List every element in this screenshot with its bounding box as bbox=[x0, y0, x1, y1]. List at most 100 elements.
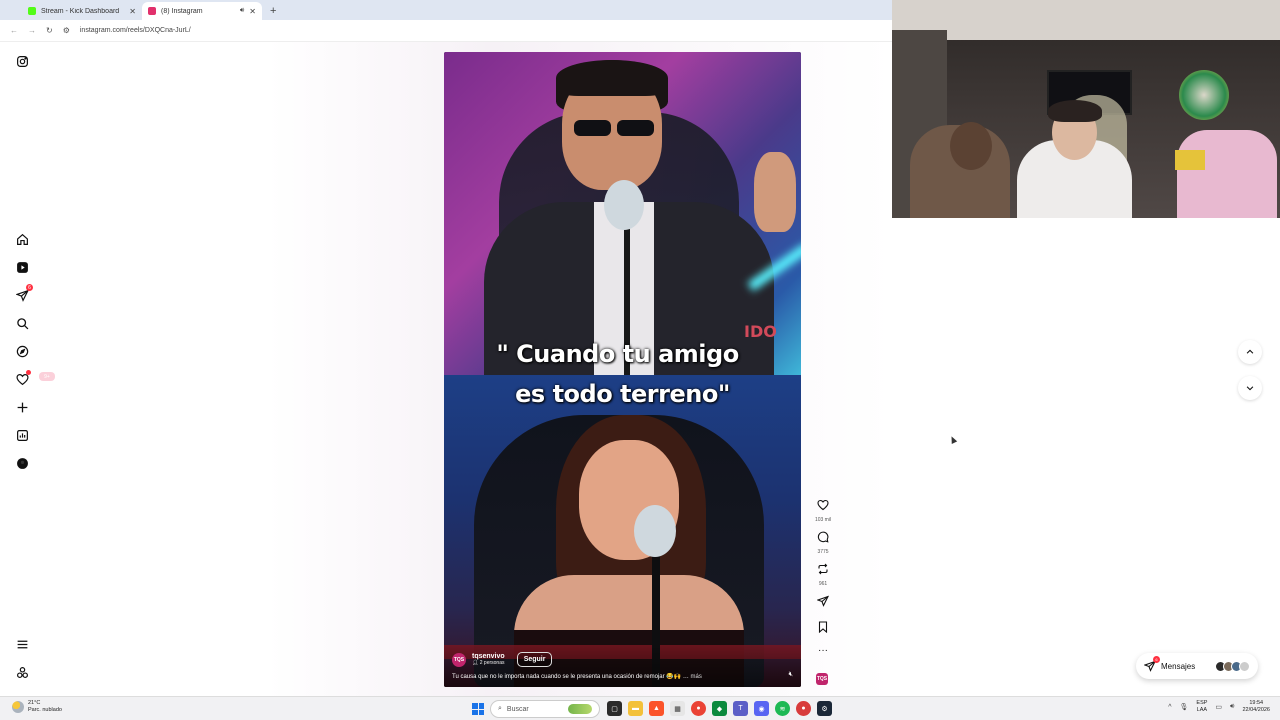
weather-temp: 21°C bbox=[28, 700, 41, 706]
close-tab-icon[interactable]: ✕ bbox=[129, 7, 136, 16]
start-button[interactable] bbox=[472, 703, 484, 715]
brave-browser-icon[interactable]: ▲ bbox=[649, 701, 664, 716]
notifications-dot bbox=[26, 370, 31, 375]
bookmark-icon bbox=[818, 621, 828, 634]
back-icon[interactable]: ← bbox=[10, 26, 18, 35]
create-plus-icon[interactable] bbox=[15, 400, 29, 414]
search-icon[interactable] bbox=[15, 316, 29, 330]
avatar bbox=[1239, 660, 1250, 672]
next-reel-button[interactable] bbox=[1238, 376, 1262, 400]
description-text: Tu causa que no le importa nada cuando s… bbox=[452, 674, 689, 680]
chevron-up-icon bbox=[1246, 349, 1254, 354]
pink-chair bbox=[1177, 130, 1277, 218]
chrome-profile-icon[interactable]: ● bbox=[796, 701, 811, 716]
message-avatars bbox=[1215, 660, 1250, 672]
new-tab-button[interactable]: + bbox=[270, 5, 276, 17]
tab-kick-dashboard[interactable]: Stream - Kick Dashboard ✕ bbox=[22, 2, 142, 20]
repost-icon bbox=[818, 563, 828, 575]
search-highlight-image bbox=[568, 704, 592, 714]
clock-time: 19:54 bbox=[1249, 700, 1264, 706]
reel-footer: TQS tqsenvivo 👤︎ 2 personas Seguir Tu ca… bbox=[444, 645, 801, 687]
discord-icon[interactable]: ◉ bbox=[754, 701, 769, 716]
direct-messages-icon[interactable]: 6 bbox=[15, 284, 33, 302]
search-placeholder: Buscar bbox=[506, 705, 529, 713]
messages-button[interactable]: 6 Mensajes bbox=[1136, 653, 1258, 679]
taskbar-apps: ▢ ▬ ▲ ▦ ● ◆ T ◉ ≋ ● ⚙ bbox=[607, 701, 832, 716]
messages-count-badge: 6 bbox=[26, 284, 33, 291]
reload-icon[interactable]: ↻ bbox=[46, 26, 53, 35]
reel-video[interactable]: IDO " Cuando tu amigo es todo terreno" T… bbox=[444, 52, 801, 687]
weather-widget[interactable]: 21°C Parc. nublado bbox=[12, 700, 62, 714]
author-row: TQS tqsenvivo 👤︎ 2 personas Seguir bbox=[452, 652, 553, 667]
chevron-up-icon[interactable]: ^ bbox=[1168, 704, 1171, 711]
tab-title: (8) Instagram bbox=[161, 7, 203, 15]
volume-icon[interactable]: 🔊︎ bbox=[1230, 703, 1234, 711]
site-info-icon[interactable]: ⚙ bbox=[63, 26, 70, 35]
audio-author-avatar[interactable]: TQS bbox=[816, 673, 828, 685]
microphone-icon[interactable]: 🎙︎ bbox=[1180, 703, 1189, 711]
teams-icon[interactable]: T bbox=[733, 701, 748, 716]
comment-button[interactable]: 3775 bbox=[812, 530, 834, 555]
tab-title: Stream - Kick Dashboard bbox=[41, 7, 120, 15]
network-icon[interactable]: ▭ bbox=[1215, 703, 1222, 711]
chevron-down-icon bbox=[1246, 386, 1254, 391]
explore-icon[interactable] bbox=[15, 344, 29, 358]
browser-tab-bar: Stream - Kick Dashboard ✕ (8) Instagram … bbox=[0, 0, 892, 20]
screen: Stream - Kick Dashboard ✕ (8) Instagram … bbox=[0, 0, 1280, 720]
language-indicator[interactable]: ESP LAA bbox=[1196, 700, 1207, 714]
more-link[interactable]: más bbox=[691, 674, 702, 680]
partly-cloudy-icon bbox=[12, 701, 24, 713]
author-meta: tqsenvivo 👤︎ 2 personas bbox=[472, 653, 505, 666]
close-tab-icon[interactable]: ✕ bbox=[249, 7, 256, 16]
threads-icon[interactable] bbox=[15, 665, 29, 679]
profile-avatar[interactable] bbox=[15, 456, 29, 470]
wall-clock bbox=[1179, 70, 1229, 120]
repost-button[interactable]: 961 bbox=[812, 562, 834, 587]
direct-messages-icon: 6 bbox=[1143, 656, 1160, 672]
instagram-icon[interactable] bbox=[15, 54, 29, 68]
weather-desc: Parc. nublado bbox=[28, 707, 62, 713]
file-explorer-icon[interactable]: ▬ bbox=[628, 701, 643, 716]
previous-reel-button[interactable] bbox=[1238, 340, 1262, 364]
steam-icon[interactable]: ⚙ bbox=[817, 701, 832, 716]
menu-icon[interactable] bbox=[15, 637, 29, 651]
dashboard-icon[interactable] bbox=[15, 428, 29, 442]
microphone bbox=[634, 505, 676, 557]
caption-line-2: es todo terreno" bbox=[515, 380, 730, 408]
author-name[interactable]: tqsenvivo bbox=[472, 653, 505, 660]
repost-count: 961 bbox=[818, 581, 828, 587]
home-icon[interactable] bbox=[15, 232, 29, 246]
save-button[interactable] bbox=[812, 620, 834, 638]
system-clock[interactable]: 19:54 22/04/2026 bbox=[1242, 700, 1270, 714]
tab-instagram[interactable]: (8) Instagram 🔊︎ ✕ bbox=[142, 2, 262, 20]
share-button[interactable] bbox=[812, 594, 834, 612]
like-button[interactable]: 103 mil bbox=[812, 498, 834, 523]
address-bar: ← → ↻ ⚙ instagram.com/reels/DXQCna-JurL/ bbox=[0, 20, 892, 42]
forward-icon[interactable]: → bbox=[28, 26, 36, 35]
heart-icon bbox=[817, 499, 829, 511]
collab-label: 2 personas bbox=[479, 660, 505, 666]
person-left-head bbox=[950, 122, 992, 170]
notifications-heart-icon[interactable] bbox=[15, 370, 31, 386]
follow-button[interactable]: Seguir bbox=[516, 652, 553, 667]
lang-line-2: LAA bbox=[1196, 707, 1208, 713]
collab-count[interactable]: 👤︎ 2 personas bbox=[472, 660, 505, 666]
author-avatar[interactable]: TQS bbox=[452, 652, 466, 667]
task-view-icon[interactable]: ▢ bbox=[607, 701, 622, 716]
mute-icon[interactable]: 🔇︎ bbox=[789, 671, 793, 679]
video-caption-overlay: " Cuando tu amigo es todo terreno" bbox=[444, 334, 801, 414]
calendar-icon[interactable]: ▦ bbox=[670, 701, 685, 716]
reels-icon[interactable] bbox=[15, 260, 29, 274]
app-icon[interactable]: ◆ bbox=[712, 701, 727, 716]
taskbar-search[interactable]: ⌕ Buscar bbox=[490, 700, 600, 718]
url-field[interactable]: instagram.com/reels/DXQCna-JurL/ bbox=[80, 27, 191, 34]
more-options-icon[interactable]: ··· bbox=[812, 646, 834, 656]
caption-line-1: " Cuando tu amigo bbox=[496, 340, 739, 368]
sunglasses bbox=[574, 120, 654, 136]
waving-hand bbox=[754, 152, 796, 232]
speaker-icon[interactable]: 🔊︎ bbox=[240, 7, 244, 15]
spotify-icon[interactable]: ≋ bbox=[775, 701, 790, 716]
reel-description: Tu causa que no le importa nada cuando s… bbox=[452, 673, 702, 680]
clock-date: 22/04/2026 bbox=[1242, 707, 1270, 713]
chrome-icon[interactable]: ● bbox=[691, 701, 706, 716]
